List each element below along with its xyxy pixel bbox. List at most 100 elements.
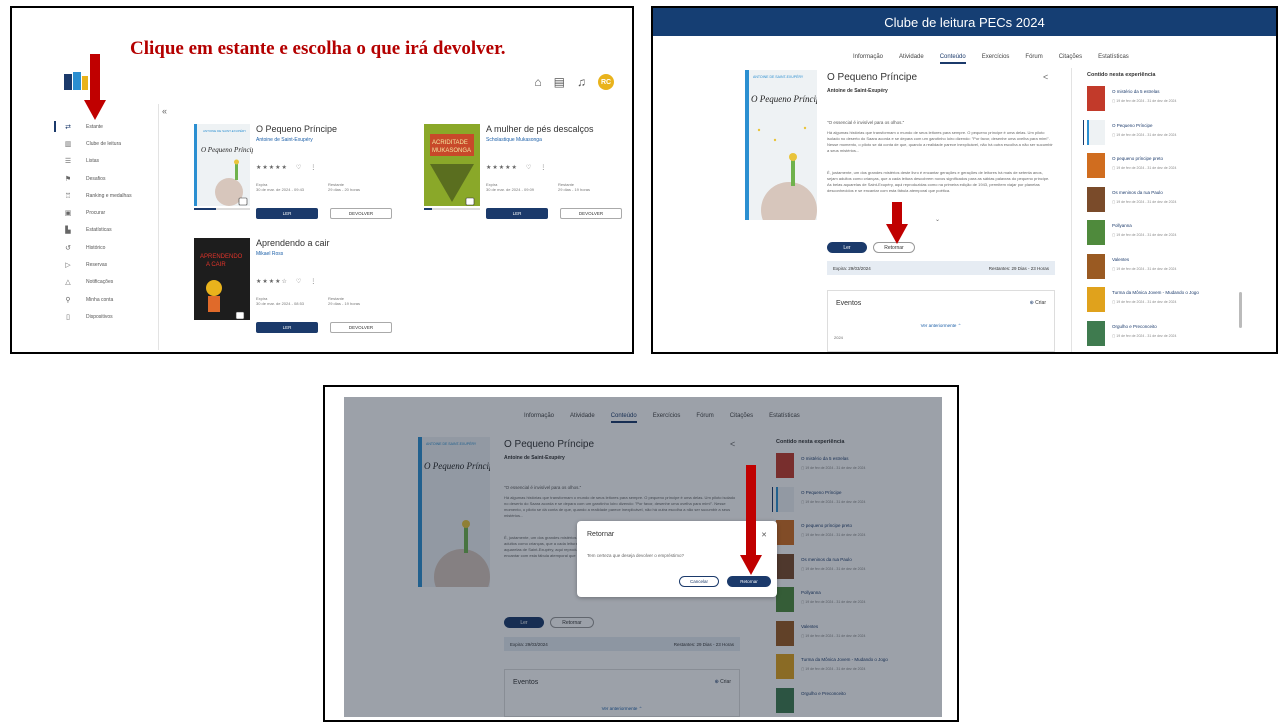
book-cover-large: ANTOINE DE SAINT-EXUPÉRY O Pequeno Prínci… bbox=[745, 70, 824, 238]
read-button[interactable]: LER bbox=[256, 208, 318, 219]
remaining-value: Restantes: 29 Dias - 23 Horas bbox=[988, 265, 1049, 271]
medal-icon: ♖ bbox=[64, 192, 72, 200]
tab-conteudo[interactable]: Conteúdo bbox=[939, 54, 966, 64]
item-date-label: 19 de fev de 2024 - 31 de dez de 2024 bbox=[1116, 266, 1177, 271]
book-title[interactable]: A mulher de pés descalços bbox=[486, 124, 594, 134]
collapse-sidebar-icon[interactable]: « bbox=[162, 106, 167, 116]
return-button[interactable]: DEVOLVER bbox=[330, 208, 392, 219]
list-item[interactable]: O pequeno príncipe preto ▢ 19 de fev de 2… bbox=[1087, 153, 1247, 187]
svg-text:ACRIDITADE: ACRIDITADE bbox=[432, 140, 468, 146]
rating-stars[interactable]: ★★★★★ ♡ ⋮ bbox=[256, 164, 317, 171]
tab-atividade[interactable]: Atividade bbox=[899, 54, 924, 60]
loan-meta: Expira Restante 30 de mar. de 2024 - 09:0… bbox=[486, 182, 616, 192]
book-cover[interactable]: ACRIDITADE MUKASONGA bbox=[424, 124, 480, 206]
item-date-label: 19 de fev de 2024 - 31 de dez de 2024 bbox=[1116, 300, 1177, 304]
list-item[interactable]: O Pequeno Príncipe ▢ 19 de fev de 2024 - … bbox=[1083, 119, 1247, 154]
list-item[interactable]: Orgulho e Preconceito ▢ 19 de fev de 2024… bbox=[1087, 320, 1247, 353]
see-previous-events-link[interactable]: Ver anteriormente ⌃ bbox=[828, 323, 1054, 329]
expand-description-icon[interactable]: ⌄ bbox=[935, 216, 940, 223]
list-item[interactable]: Turma da Mônica Jovem - Mudando o Jogo ▢ … bbox=[1087, 287, 1247, 321]
sidebar-item-listas[interactable]: ☰ Listas bbox=[54, 153, 154, 170]
more-icon[interactable]: ⋮ bbox=[540, 165, 547, 171]
sidebar-item-desafios[interactable]: ⚑ Desafios bbox=[54, 170, 154, 187]
rating-stars[interactable]: ★★★★☆ ♡ ⋮ bbox=[256, 278, 317, 285]
book-thumbnail bbox=[1087, 220, 1105, 245]
read-button[interactable]: LER bbox=[486, 208, 548, 219]
confirm-return-button[interactable]: Retornar bbox=[727, 576, 771, 587]
bell-icon: △ bbox=[65, 279, 71, 287]
sidebar-item-conta[interactable]: ⚲ Minha conta bbox=[54, 291, 154, 308]
return-button[interactable]: DEVOLVER bbox=[330, 322, 392, 333]
sidebar-item-reservas[interactable]: ▷ Reservas bbox=[54, 256, 154, 273]
book-title[interactable]: Aprendendo a cair bbox=[256, 238, 330, 248]
club-title-bar: Clube de leitura PECs 2024 bbox=[653, 8, 1276, 36]
sidebar-item-dispositivos[interactable]: ▯ Dispositivos bbox=[54, 308, 154, 325]
item-dates: ▢ 19 de fev de 2024 - 31 de dez de 2024 bbox=[1112, 166, 1176, 170]
dialog-message: Tem certeza que deseja devolver o emprés… bbox=[587, 553, 685, 558]
item-dates: ▢ 19 de fev de 2024 - 31 de dez de 2024 bbox=[1112, 233, 1176, 237]
book-thumbnail bbox=[1087, 153, 1105, 178]
sidebar-item-clube[interactable]: ▥ Clube de leitura bbox=[54, 135, 154, 152]
sidebar-item-procurar[interactable]: ▣ Procurar bbox=[54, 204, 154, 221]
more-icon[interactable]: ⋮ bbox=[310, 165, 317, 171]
create-event-button[interactable]: ⊕ Criar bbox=[1030, 300, 1046, 306]
panel-book-detail-screenshot: Clube de leitura PECs 2024 Informação At… bbox=[651, 6, 1278, 354]
heart-icon[interactable]: ♡ bbox=[526, 165, 532, 171]
list-item[interactable]: Pollyanna ▢ 19 de fev de 2024 - 31 de dez… bbox=[1087, 220, 1247, 254]
tab-forum[interactable]: Fórum bbox=[1025, 54, 1042, 60]
book-icon: ▥ bbox=[64, 140, 72, 148]
tab-estatisticas[interactable]: Estatísticas bbox=[1098, 54, 1129, 60]
avatar[interactable]: RC bbox=[598, 74, 614, 90]
book-author[interactable]: Scholastique Mukasonga bbox=[486, 137, 542, 143]
sidebar-item-estatisticas[interactable]: ▙ Estatísticas bbox=[54, 222, 154, 239]
book-quote: "O essencial é invisível para os olhos." bbox=[827, 120, 905, 125]
book-author[interactable]: Mikael Ross bbox=[256, 251, 283, 257]
read-button[interactable]: LER bbox=[256, 322, 318, 333]
sidebar-item-label: Procurar bbox=[86, 210, 106, 217]
more-icon[interactable]: ⋮ bbox=[310, 279, 317, 285]
heart-icon[interactable]: ♡ bbox=[296, 165, 302, 171]
book-author[interactable]: Antoine de Saint-Exupéry bbox=[827, 88, 888, 94]
bookmark-icon[interactable]: ▤ bbox=[554, 75, 565, 89]
sidebar-item-label: Dispositivos bbox=[86, 313, 113, 320]
list-item[interactable]: Os meninos da rua Paulo ▢ 19 de fev de 20… bbox=[1087, 186, 1247, 221]
rating-stars[interactable]: ★★★★★ ♡ ⋮ bbox=[486, 164, 547, 171]
list-item[interactable]: O mistério da 5 estrelas ▢ 19 de fev de 2… bbox=[1087, 86, 1247, 120]
list-item[interactable]: Valentes ▢ 19 de fev de 2024 - 31 de dez … bbox=[1087, 253, 1247, 288]
book-thumbnail bbox=[1087, 320, 1105, 346]
heart-icon[interactable]: ♡ bbox=[296, 279, 302, 285]
expiry-value: Expira: 29/03/2024 bbox=[833, 265, 871, 271]
scrollbar-thumb[interactable] bbox=[1239, 292, 1242, 328]
home-icon[interactable]: ⌂ bbox=[534, 75, 541, 89]
sidebar-item-historico[interactable]: ↺ Histórico bbox=[54, 239, 154, 256]
reading-progress bbox=[424, 208, 480, 210]
sidebar-item-label: Estante bbox=[86, 123, 103, 130]
book-cover[interactable]: ANTOINE DE SAINT-EXUPÉRY O Pequeno Prínci… bbox=[194, 124, 258, 206]
item-title: O Pequeno Príncipe bbox=[1112, 122, 1153, 128]
item-title: Valentes bbox=[1112, 256, 1130, 262]
return-button[interactable]: DEVOLVER bbox=[560, 208, 622, 219]
share-icon[interactable]: < bbox=[1043, 72, 1048, 82]
tab-exercicios[interactable]: Exercícios bbox=[982, 54, 1010, 60]
add-icon: ⊕ bbox=[1029, 300, 1034, 306]
item-date-label: 19 de fev de 2024 - 31 de dez de 2024 bbox=[1116, 166, 1177, 170]
sidebar-item-notificacoes[interactable]: △ Notificações bbox=[54, 274, 154, 291]
tab-informacao[interactable]: Informação bbox=[853, 54, 883, 60]
book-cover[interactable]: APRENDENDO A CAIR bbox=[194, 238, 250, 320]
sidebar-item-label: Minha conta bbox=[86, 296, 114, 303]
book-thumbnail bbox=[1087, 186, 1105, 212]
dialog-title: Retornar bbox=[587, 531, 615, 538]
cover-spine bbox=[745, 70, 749, 220]
calendar-icon: ▢ bbox=[1112, 333, 1116, 338]
tab-citacoes[interactable]: Citações bbox=[1059, 54, 1082, 60]
item-dates: ▢ 19 de fev de 2024 - 31 de dez de 2024 bbox=[1112, 99, 1176, 103]
item-date-label: 19 de fev de 2024 - 31 de dez de 2024 bbox=[1116, 233, 1177, 237]
read-button[interactable]: Ler bbox=[827, 242, 867, 253]
sidebar-item-ranking[interactable]: ♖ Ranking e medalhas bbox=[54, 187, 154, 204]
book-author[interactable]: Antoine de Saint-Exupéry bbox=[256, 137, 313, 143]
close-icon[interactable]: ✕ bbox=[761, 531, 767, 539]
bell-icon[interactable]: ♫ bbox=[577, 75, 586, 89]
sidebar-item-label: Estatísticas bbox=[86, 227, 112, 234]
cancel-button[interactable]: Cancelar bbox=[679, 576, 719, 587]
book-title[interactable]: O Pequeno Príncipe bbox=[256, 124, 337, 134]
